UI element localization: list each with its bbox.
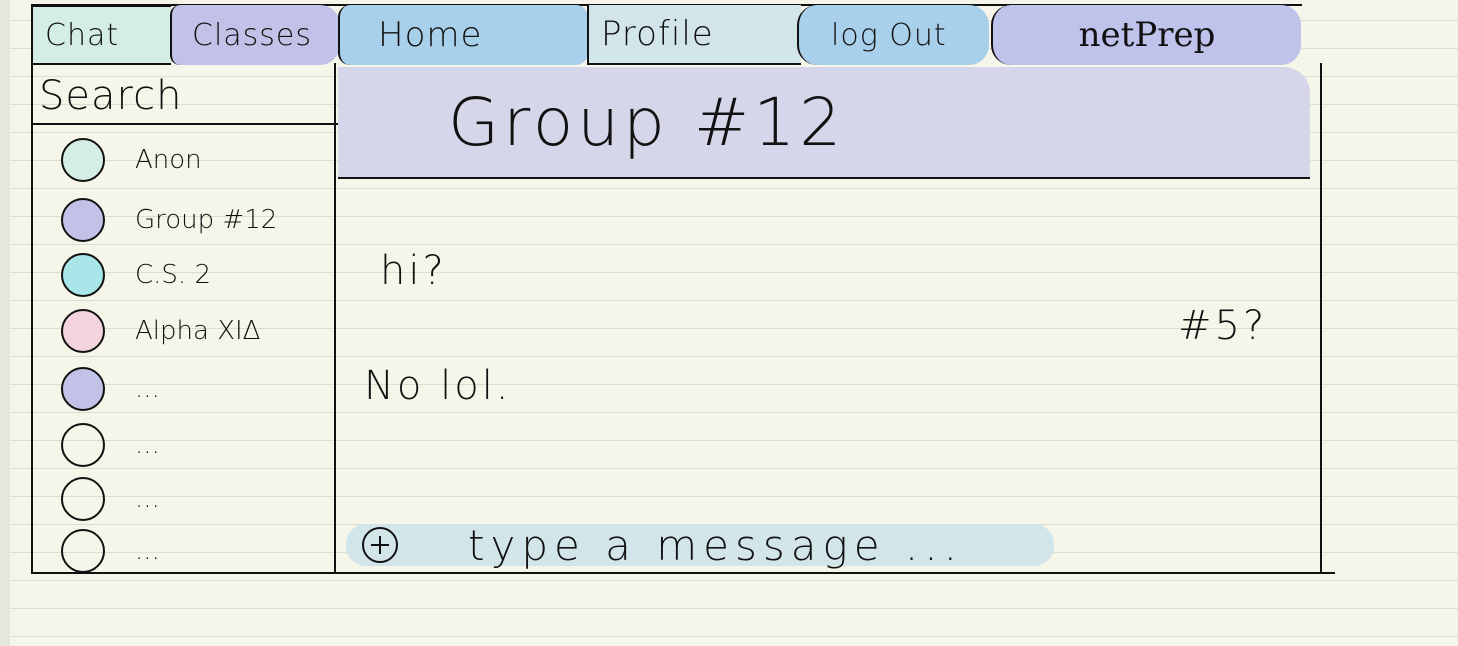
brand-name: netPrep — [1078, 15, 1216, 55]
list-item[interactable]: ... — [61, 475, 160, 523]
chat-sidebar: Search Anon Group #12 C.S. 2 Alpha XIΔ.....… — [31, 63, 338, 575]
message-item: No lol. — [364, 363, 512, 409]
tab-profile-label: Profile — [601, 14, 714, 54]
divider — [40, 572, 1335, 574]
message-composer[interactable]: type a message ... — [346, 521, 1054, 570]
chat-name: C.S. 2 — [135, 260, 211, 290]
search-input[interactable]: Search — [33, 63, 338, 125]
tab-chat[interactable]: Chat — [31, 5, 171, 65]
logout-label: log Out — [831, 17, 947, 53]
chat-name: Alpha XIΔ — [135, 316, 261, 346]
chat-name: ... — [135, 374, 160, 404]
avatar — [61, 198, 105, 242]
logout-button[interactable]: log Out — [797, 5, 989, 65]
list-item[interactable]: Group #12 — [61, 196, 277, 244]
avatar — [61, 477, 105, 521]
conversation-header: Group #12 — [338, 67, 1310, 179]
list-item[interactable]: ... — [61, 365, 160, 413]
chat-name: ... — [135, 536, 160, 566]
list-item[interactable]: ... — [61, 421, 160, 469]
search-label: Search — [39, 73, 183, 119]
tab-home[interactable]: Home — [338, 5, 588, 65]
avatar — [61, 138, 105, 182]
chat-name: ... — [135, 484, 160, 514]
tab-chat-label: Chat — [45, 17, 120, 53]
message-item: hi? — [380, 248, 447, 294]
page-title: Group #12 — [448, 83, 846, 161]
list-item[interactable]: C.S. 2 — [61, 251, 211, 299]
message-input[interactable]: type a message ... — [468, 521, 963, 570]
tab-classes-label: Classes — [192, 17, 313, 53]
avatar — [61, 309, 105, 353]
chat-name: Anon — [135, 145, 202, 175]
list-item[interactable]: ... — [61, 527, 160, 575]
avatar — [61, 423, 105, 467]
tab-home-label: Home — [378, 15, 483, 55]
chat-name: Group #12 — [135, 205, 278, 235]
avatar — [61, 253, 105, 297]
tab-profile[interactable]: Profile — [587, 5, 801, 65]
plus-icon[interactable] — [362, 527, 398, 563]
tab-classes[interactable]: Classes — [170, 5, 340, 65]
avatar — [61, 367, 105, 411]
brand-logo: netPrep — [991, 5, 1301, 65]
avatar — [61, 529, 105, 573]
list-item[interactable]: Alpha XIΔ — [61, 307, 260, 355]
chat-name: ... — [135, 430, 160, 460]
list-item[interactable]: Anon — [61, 136, 202, 184]
conversation-panel: Group #12 hi? No lol. #5? type a message… — [338, 63, 1322, 574]
message-item: #5? — [1178, 303, 1268, 349]
